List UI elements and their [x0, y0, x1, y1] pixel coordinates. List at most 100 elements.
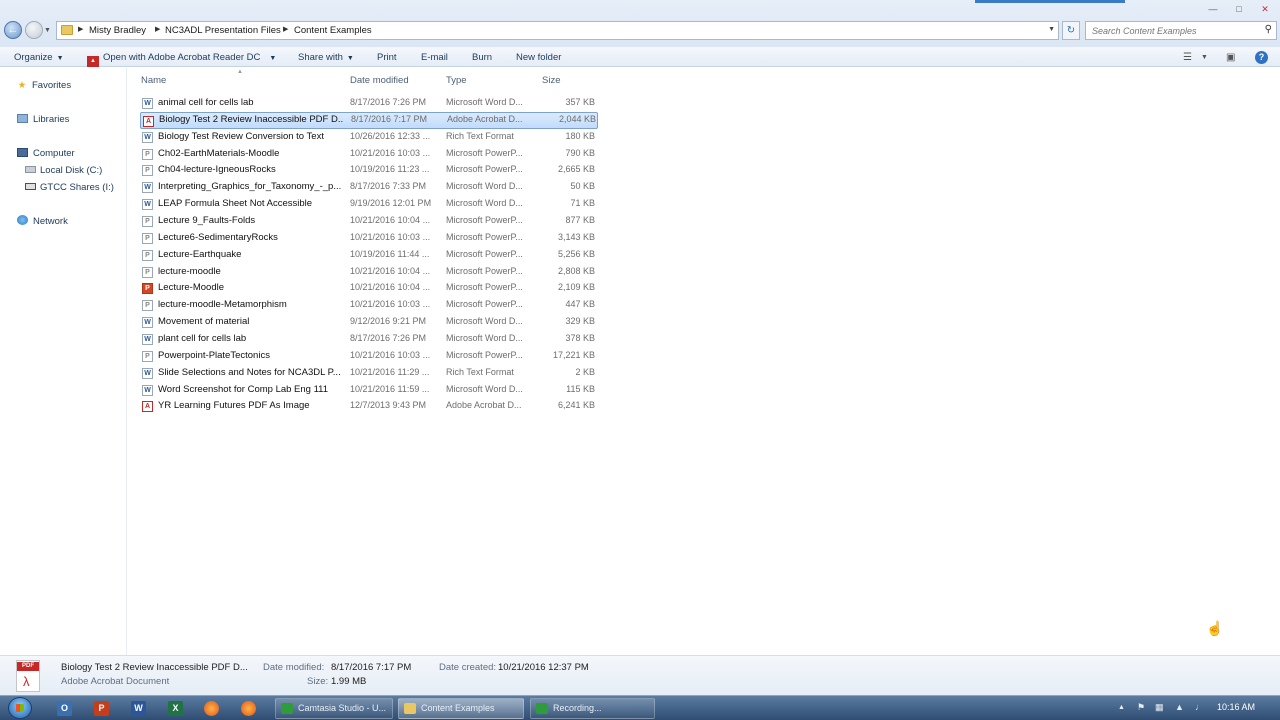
- nav-local-disk[interactable]: Local Disk (C:): [25, 165, 102, 176]
- taskbar-clock[interactable]: 10:16 AM: [1217, 702, 1255, 712]
- file-date-modified: 9/19/2016 12:01 PM: [350, 198, 432, 209]
- word-icon[interactable]: W: [131, 701, 146, 716]
- column-header-date-modified[interactable]: Date modified: [350, 75, 409, 86]
- chevron-down-icon: ▼: [56, 55, 64, 62]
- file-size: 447 KB: [565, 299, 595, 310]
- search-input[interactable]: [1092, 24, 1252, 37]
- file-row[interactable]: W LEAP Formula Sheet Not Accessible 9/19/2…: [140, 196, 598, 213]
- organize-button[interactable]: Organize ▼: [14, 52, 64, 63]
- burn-button[interactable]: Burn: [472, 52, 492, 63]
- preview-pane-icon[interactable]: ▣: [1226, 52, 1235, 63]
- file-name: YR Learning Futures PDF As Image: [158, 400, 310, 412]
- nav-computer[interactable]: Computer: [17, 148, 75, 159]
- file-row[interactable]: W Biology Test Review Conversion to Text 1…: [140, 129, 598, 146]
- forward-button[interactable]: [25, 21, 43, 39]
- firefox-icon[interactable]: [204, 701, 219, 716]
- print-button[interactable]: Print: [377, 52, 397, 63]
- nav-network[interactable]: Network: [17, 215, 68, 227]
- file-type: Adobe Acrobat D...: [446, 400, 522, 411]
- file-name: animal cell for cells lab: [158, 97, 254, 108]
- breadcrumb-separator-icon[interactable]: ▶: [283, 25, 288, 33]
- taskbar-recording[interactable]: Recording...: [530, 698, 655, 719]
- word-document-icon: W: [142, 333, 153, 345]
- volume-icon[interactable]: ♩: [1195, 702, 1204, 712]
- taskbar-content-examples[interactable]: Content Examples: [398, 698, 524, 719]
- file-row[interactable]: P Ch02-EarthMaterials-Moodle 10/21/2016 10…: [140, 146, 598, 163]
- view-options-chevron-icon[interactable]: ▼: [1201, 54, 1208, 61]
- file-row[interactable]: Wplant cell for cells lab 8/17/2016 7:26 …: [140, 331, 598, 348]
- file-name: Powerpoint-PlateTectonics: [158, 349, 270, 361]
- taskbar-window-label: Camtasia Studio - U...: [298, 703, 387, 713]
- breadcrumb-separator-icon[interactable]: ▶: [155, 25, 160, 33]
- flag-icon[interactable]: ⚑: [1137, 702, 1145, 713]
- maximize-icon[interactable]: □: [1231, 3, 1247, 15]
- address-dropdown-chevron-icon[interactable]: ▼: [1048, 26, 1055, 33]
- refresh-button[interactable]: ↻: [1062, 21, 1080, 40]
- file-row[interactable]: Wanimal cell for cells lab 8/17/2016 7:26…: [140, 95, 598, 112]
- file-row[interactable]: W Word Screenshot for Comp Lab Eng 111 10/…: [140, 382, 598, 399]
- powerpoint-file-icon: P: [142, 283, 153, 295]
- tray-app-icon[interactable]: ▦: [1155, 702, 1164, 713]
- file-size: 6,241 KB: [557, 400, 595, 411]
- chevron-down-icon: ▼: [346, 55, 354, 62]
- file-row[interactable]: P Lecture6-SedimentaryRocks 10/21/2016 10:…: [140, 230, 598, 247]
- back-button[interactable]: ←: [4, 21, 22, 39]
- network-signal-icon[interactable]: ▲: [1175, 702, 1184, 712]
- recent-pages-chevron-icon[interactable]: ▼: [44, 27, 51, 34]
- file-row[interactable]: P Powerpoint-PlateTectonics 10/21/2016 10:…: [140, 348, 598, 365]
- minimize-icon[interactable]: —: [1205, 3, 1221, 15]
- nav-favorites[interactable]: ★ Favorites: [16, 80, 71, 91]
- file-row[interactable]: P Lecture-Earthquake 10/19/2016 11:44 ... M…: [140, 247, 598, 264]
- address-box[interactable]: ▶ Misty Bradley ▶ NC3ADL Presentation Fi…: [56, 21, 1059, 40]
- file-name: lecture-moodle: [158, 265, 221, 277]
- file-size: 71 KB: [570, 198, 595, 209]
- file-row[interactable]: W Movement of material 9/12/2016 9:21 PM Mi…: [140, 314, 598, 331]
- file-size: 2,109 KB: [557, 282, 595, 293]
- outlook-icon[interactable]: O: [57, 701, 72, 716]
- recorder-icon: [536, 703, 548, 714]
- powerpoint-icon[interactable]: P: [94, 701, 109, 716]
- details-date-created-label: Date created:: [439, 662, 497, 673]
- open-with-button[interactable]: ▲ Open with Adobe Acrobat Reader DC ▼: [87, 52, 276, 67]
- taskbar-camtasia-studio[interactable]: Camtasia Studio - U...: [275, 698, 393, 719]
- file-name: Ch02-EarthMaterials-Moodle: [158, 147, 280, 159]
- nav-libraries[interactable]: Libraries: [17, 114, 69, 125]
- file-row[interactable]: A YR Learning Futures PDF As Image 12/7/20…: [140, 398, 598, 415]
- file-date-modified: 10/26/2016 12:33 ...: [350, 130, 431, 141]
- file-row[interactable]: P Ch04-lecture-IgneousRocks 10/19/2016 11:…: [140, 162, 598, 179]
- details-size-label: Size:: [307, 676, 329, 687]
- file-date-modified: 10/21/2016 10:03 ...: [350, 147, 431, 158]
- close-icon[interactable]: ✕: [1257, 3, 1273, 15]
- breadcrumb-content-examples[interactable]: Content Examples: [294, 25, 372, 36]
- help-icon[interactable]: ?: [1255, 51, 1268, 64]
- change-view-icon[interactable]: ☰: [1183, 52, 1192, 63]
- column-header-name[interactable]: Name: [141, 75, 166, 86]
- firefox-icon[interactable]: [241, 701, 256, 716]
- file-row[interactable]: Plecture-moodle 10/21/2016 10:04 ... Micro…: [140, 264, 598, 281]
- excel-icon[interactable]: X: [168, 701, 183, 716]
- breadcrumb-presentation-files[interactable]: NC3ADL Presentation Files: [165, 25, 281, 36]
- start-button[interactable]: [8, 697, 32, 719]
- file-row[interactable]: P Lecture-Moodle 10/21/2016 10:04 ... Micro…: [140, 280, 598, 297]
- search-icon[interactable]: ⚲: [1265, 24, 1272, 35]
- file-size: 180 KB: [565, 130, 595, 141]
- nav-gtcc-shares[interactable]: GTCC Shares (I:): [25, 182, 114, 193]
- column-header-size[interactable]: Size: [542, 75, 560, 86]
- search-box[interactable]: ⚲: [1085, 21, 1277, 40]
- new-folder-button[interactable]: New folder: [516, 52, 561, 63]
- file-row[interactable]: W Slide Selections and Notes for NCA3DL P…: [140, 365, 598, 382]
- email-button[interactable]: E-mail: [421, 52, 448, 63]
- column-header-type[interactable]: Type: [446, 75, 467, 86]
- file-type: Adobe Acrobat D...: [447, 113, 523, 124]
- breadcrumb-misty-bradley[interactable]: Misty Bradley: [89, 25, 146, 36]
- share-with-button[interactable]: Share with ▼: [298, 52, 354, 63]
- file-row[interactable]: Plecture-moodle-Metamorphism 10/21/2016 1…: [140, 297, 598, 314]
- file-row[interactable]: P Lecture 9_Faults-Folds 10/21/2016 10:04 …: [140, 213, 598, 230]
- word-document-icon: W: [142, 367, 153, 379]
- file-name: LEAP Formula Sheet Not Accessible: [158, 198, 313, 210]
- file-row[interactable]: A Biology Test 2 Review Inaccessible PDF …: [140, 111, 598, 129]
- file-row[interactable]: W Interpreting_Graphics_for_Taxonomy_-_p.…: [140, 179, 598, 196]
- file-date-modified: 10/19/2016 11:23 ...: [350, 164, 430, 175]
- show-hidden-icons-icon[interactable]: ▲: [1118, 704, 1125, 711]
- breadcrumb-separator-icon[interactable]: ▶: [78, 25, 83, 33]
